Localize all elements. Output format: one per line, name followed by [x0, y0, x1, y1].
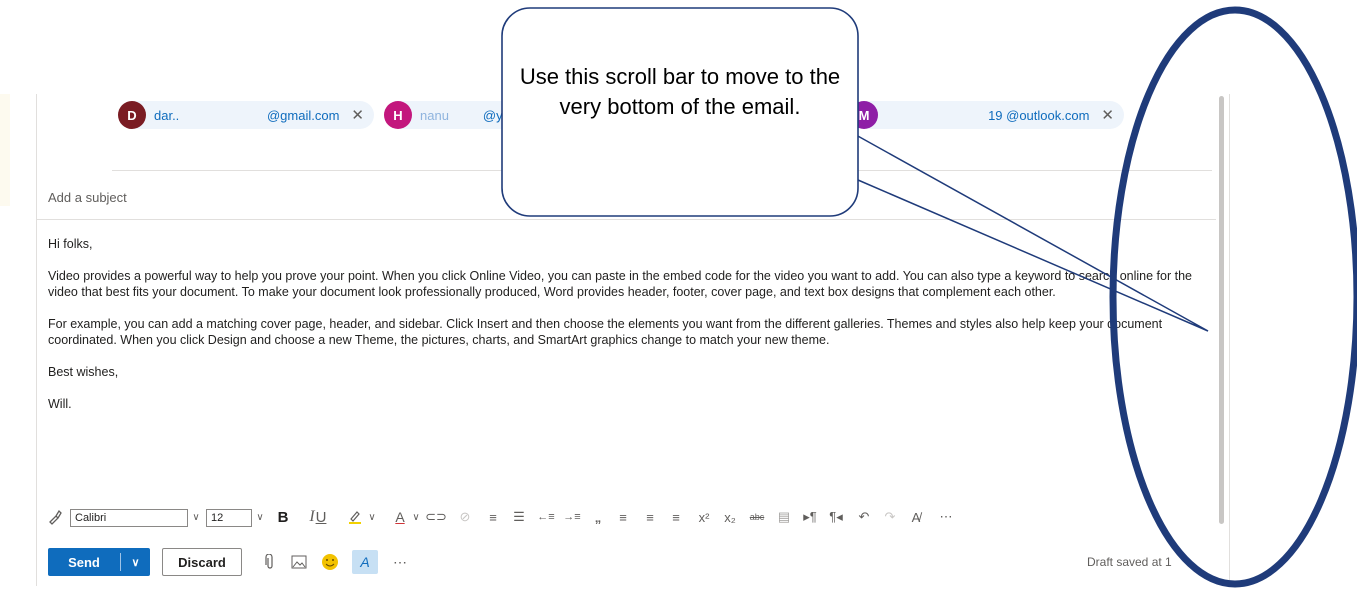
brush-icon[interactable] [46, 506, 64, 528]
undo-icon[interactable]: ↶ [856, 506, 872, 528]
strikethrough-icon[interactable]: abc [748, 506, 766, 528]
clear-format-icon[interactable]: A̸ [907, 506, 925, 528]
body-closing: Best wishes, [48, 365, 119, 379]
recipient-email: @y [482, 107, 503, 123]
body-paragraph: For example, you can add a matching cove… [48, 317, 1163, 347]
image-icon[interactable] [290, 552, 308, 572]
recipient-name: nanu [420, 107, 449, 123]
highlight-icon[interactable] [346, 506, 364, 528]
subject-input[interactable]: Add a subject [48, 190, 127, 205]
align-right-icon[interactable]: ≡ [667, 506, 685, 528]
scrollbar-thumb[interactable] [1219, 96, 1224, 524]
recipient-name: dar.. [154, 107, 180, 123]
recipients-divider [112, 170, 1212, 171]
bold-icon[interactable]: B [274, 506, 292, 528]
emoji-icon[interactable] [320, 552, 340, 572]
font-color-icon[interactable]: A [392, 506, 408, 528]
body-signature: Will. [48, 397, 72, 411]
message-body[interactable]: Hi folks, Video provides a powerful way … [48, 236, 1198, 428]
subscript-icon[interactable]: x₂ [722, 506, 738, 528]
more-options-icon[interactable]: ⋯ [390, 552, 410, 572]
body-greeting: Hi folks, [48, 237, 93, 251]
chevron-down-icon[interactable]: ∨ [189, 506, 203, 528]
remove-recipient-icon[interactable]: ✕ [351, 106, 364, 124]
avatar: D [118, 101, 146, 129]
send-label: Send [68, 554, 100, 570]
body-paragraph: Video provides a powerful way to help yo… [48, 269, 1192, 299]
callout-text: Use this scroll bar to move to the very … [519, 64, 841, 119]
redo-icon[interactable]: ↷ [882, 506, 898, 528]
send-button[interactable]: Send ∨ [48, 548, 150, 576]
chevron-down-icon[interactable]: ∨ [121, 556, 150, 569]
bullets-icon[interactable]: ≡ [484, 506, 502, 528]
rtl-icon[interactable]: ¶◂ [828, 506, 844, 528]
underline-icon[interactable]: U [314, 506, 328, 528]
remove-recipient-icon[interactable]: ✕ [1101, 106, 1114, 124]
quote-icon[interactable]: „ [590, 506, 606, 528]
chevron-down-icon[interactable]: ∨ [410, 506, 422, 528]
chevron-down-icon[interactable]: ∨ [253, 506, 267, 528]
left-pane-edge [0, 94, 10, 206]
align-left-icon[interactable]: ≡ [614, 506, 632, 528]
subject-divider [36, 219, 1216, 220]
avatar: H [384, 101, 412, 129]
chevron-down-icon[interactable]: ∨ [366, 506, 378, 528]
recipient-chip[interactable]: M 19 @outlook.com ✕ [850, 101, 1124, 129]
recipient-email: @gmail.com [266, 107, 340, 123]
link-icon[interactable]: ⊂⊃ [425, 506, 447, 528]
ltr-icon[interactable]: ▸¶ [802, 506, 818, 528]
align-center-icon[interactable]: ≡ [641, 506, 659, 528]
avatar: M [850, 101, 878, 129]
decrease-indent-icon[interactable]: ←≡ [537, 506, 555, 528]
more-options-icon[interactable]: ⋯ [936, 506, 956, 528]
font-size-select[interactable]: 12 [206, 509, 252, 527]
font-name-select[interactable]: Calibri [70, 509, 188, 527]
discard-button[interactable]: Discard [162, 548, 242, 576]
superscript-icon[interactable]: x² [696, 506, 712, 528]
recipient-chip[interactable]: H nanu @y [384, 101, 514, 129]
editor-icon[interactable]: A [352, 550, 378, 574]
recipient-chip[interactable]: D dar.. @gmail.com ✕ [118, 101, 374, 129]
recipient-email: 19 @outlook.com [988, 107, 1090, 123]
numbering-icon[interactable]: ☰ [510, 506, 528, 528]
table-icon[interactable]: ▤ [776, 506, 792, 528]
unlink-icon[interactable]: ⊘ [457, 506, 473, 528]
draft-status: Draft saved at 1 [1087, 555, 1172, 569]
attach-icon[interactable] [262, 552, 278, 572]
increase-indent-icon[interactable]: →≡ [563, 506, 581, 528]
